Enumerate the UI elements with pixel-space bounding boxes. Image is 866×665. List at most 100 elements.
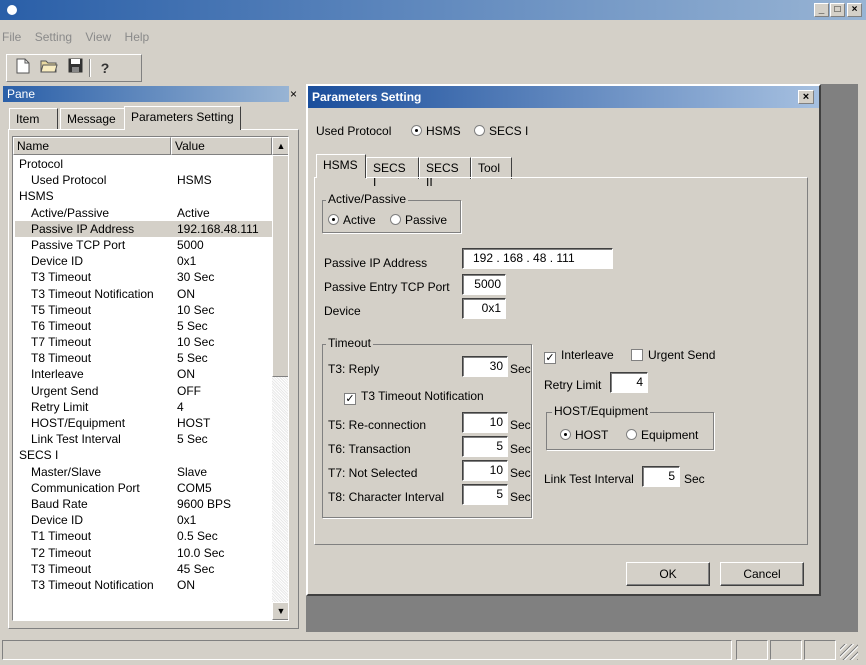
menu-help[interactable]: Help — [125, 30, 150, 44]
tab-parameters-setting[interactable]: Parameters Setting — [124, 106, 241, 130]
app-title-bar[interactable]: _ □ × — [0, 0, 866, 20]
row-name: T3 Timeout Notification — [31, 286, 154, 301]
dialog-close-icon[interactable]: × — [798, 90, 814, 104]
table-row[interactable]: T2 Timeout 10.0 Sec — [15, 545, 272, 561]
tab-item[interactable]: Item — [9, 108, 58, 130]
dialog-tab-secs1[interactable]: SECS I — [366, 157, 419, 189]
link-test-field[interactable]: 5 — [642, 466, 680, 487]
menu-file[interactable]: File — [2, 30, 21, 44]
grid-rows: Protocol Used Protocol HSMS HSMS Active/Pass… — [15, 156, 272, 593]
table-row[interactable]: Urgent Send OFF — [15, 383, 272, 399]
host-radio[interactable]: HOST — [560, 428, 608, 442]
table-row[interactable]: HOST/Equipment HOST — [15, 415, 272, 431]
table-row[interactable]: HSMS — [15, 188, 272, 204]
help-icon[interactable]: ? — [95, 58, 115, 78]
row-name: Passive TCP Port — [31, 237, 126, 252]
checkbox-unchecked-icon — [631, 349, 643, 361]
protocol-secs1-radio[interactable]: SECS I — [474, 124, 528, 138]
table-row[interactable]: T6 Timeout 5 Sec — [15, 318, 272, 334]
column-header-value[interactable]: Value — [171, 137, 272, 155]
table-row[interactable]: Master/Slave Slave — [15, 464, 272, 480]
passive-radio[interactable]: Passive — [390, 213, 447, 227]
row-name: Baud Rate — [31, 496, 88, 511]
row-value: 5 Sec — [177, 318, 208, 333]
table-row[interactable]: Device ID 0x1 — [15, 253, 272, 269]
dialog-tab-secs2[interactable]: SECS II — [419, 157, 471, 189]
ok-button[interactable]: OK — [626, 562, 710, 586]
table-row[interactable]: T7 Timeout 10 Sec — [15, 334, 272, 350]
urgent-send-checkbox[interactable]: Urgent Send — [631, 348, 715, 362]
table-row[interactable]: T3 Timeout Notification ON — [15, 286, 272, 302]
dialog-tab-hsms[interactable]: HSMS — [316, 154, 366, 178]
t3-notification-checkbox[interactable]: ✓ T3 Timeout Notification — [344, 389, 484, 405]
table-row[interactable]: Link Test Interval 5 Sec — [15, 431, 272, 447]
t7-unit: Sec — [510, 466, 531, 480]
t3-field[interactable]: 30 — [462, 356, 508, 377]
table-row[interactable]: Retry Limit 4 — [15, 399, 272, 415]
table-row[interactable]: T3 Timeout 45 Sec — [15, 561, 272, 577]
active-radio[interactable]: Active — [328, 213, 376, 227]
minimize-icon[interactable]: _ — [814, 3, 829, 17]
table-row[interactable]: Communication Port COM5 — [15, 480, 272, 496]
menu-view[interactable]: View — [85, 30, 111, 44]
t6-field[interactable]: 5 — [462, 436, 508, 457]
close-icon[interactable]: × — [847, 3, 862, 17]
protocol-hsms-radio[interactable]: HSMS — [411, 124, 461, 138]
table-row[interactable]: Device ID 0x1 — [15, 512, 272, 528]
toolbar-separator — [89, 59, 91, 77]
dialog-title[interactable]: Parameters Setting — [308, 86, 819, 108]
scroll-thumb[interactable] — [272, 155, 288, 377]
table-row[interactable]: Protocol — [15, 156, 272, 172]
table-row[interactable]: T8 Timeout 5 Sec — [15, 350, 272, 366]
menu-bar: File Setting View Help — [0, 30, 866, 50]
cancel-button[interactable]: Cancel — [720, 562, 804, 586]
vertical-scrollbar[interactable]: ▲ ▼ — [272, 137, 288, 620]
menu-setting[interactable]: Setting — [35, 30, 72, 44]
equipment-radio[interactable]: Equipment — [626, 428, 698, 442]
passive-port-field[interactable]: 5000 — [462, 274, 506, 295]
table-row[interactable]: Interleave ON — [15, 366, 272, 382]
passive-ip-label: Passive IP Address — [324, 256, 428, 270]
device-field[interactable]: 0x1 — [462, 298, 506, 319]
table-row[interactable]: Passive TCP Port 5000 — [15, 237, 272, 253]
app-logo-icon[interactable] — [4, 2, 20, 18]
interleave-checkbox[interactable]: ✓ Interleave — [544, 348, 614, 364]
table-row[interactable]: T1 Timeout 0.5 Sec — [15, 528, 272, 544]
table-row[interactable]: Passive IP Address 192.168.48.111 — [15, 220, 272, 237]
row-value: 4 — [177, 399, 184, 414]
t8-field[interactable]: 5 — [462, 484, 508, 505]
new-file-icon[interactable] — [13, 58, 33, 78]
save-disk-icon[interactable] — [65, 58, 85, 78]
table-row[interactable]: Active/Passive Active — [15, 205, 272, 221]
dialog-tab-tool[interactable]: Tool — [471, 157, 512, 179]
scroll-down-icon[interactable]: ▼ — [272, 602, 288, 620]
table-row[interactable]: T5 Timeout 10 Sec — [15, 302, 272, 318]
t7-field[interactable]: 10 — [462, 460, 508, 481]
retry-limit-field[interactable]: 4 — [610, 372, 648, 393]
table-row[interactable]: Used Protocol HSMS — [15, 172, 272, 188]
pane-tabs: Item Message Parameters Setting — [9, 106, 299, 130]
table-row[interactable]: T3 Timeout Notification ON — [15, 577, 272, 593]
t5-field[interactable]: 10 — [462, 412, 508, 433]
row-value: ON — [177, 286, 195, 301]
device-label: Device — [324, 304, 361, 318]
t5-label: T5: Re-connection — [328, 418, 427, 432]
status-panel-3 — [804, 640, 836, 660]
parameters-setting-dialog: Parameters Setting × Used Protocol HSMS … — [306, 84, 821, 596]
maximize-icon[interactable]: □ — [830, 3, 845, 17]
open-folder-icon[interactable] — [39, 58, 59, 78]
row-value: 0x1 — [177, 254, 197, 269]
tab-message[interactable]: Message — [60, 108, 125, 130]
pane-title[interactable]: Pane — [3, 86, 289, 102]
radio-unselected-icon — [390, 214, 401, 225]
pane-close-icon[interactable]: × — [290, 86, 302, 102]
column-header-name[interactable]: Name — [13, 137, 171, 155]
passive-ip-field[interactable]: 192 . 168 . 48 . 111 — [462, 248, 613, 269]
scroll-up-icon[interactable]: ▲ — [272, 137, 288, 155]
t3-label: T3: Reply — [328, 362, 380, 376]
parameter-grid: Name Value Protocol Used Protocol HSMS HSMS… — [12, 136, 289, 621]
table-row[interactable]: SECS I — [15, 447, 272, 463]
resize-grip-icon[interactable] — [840, 644, 858, 660]
table-row[interactable]: T3 Timeout 30 Sec — [15, 269, 272, 285]
table-row[interactable]: Baud Rate 9600 BPS — [15, 496, 272, 512]
